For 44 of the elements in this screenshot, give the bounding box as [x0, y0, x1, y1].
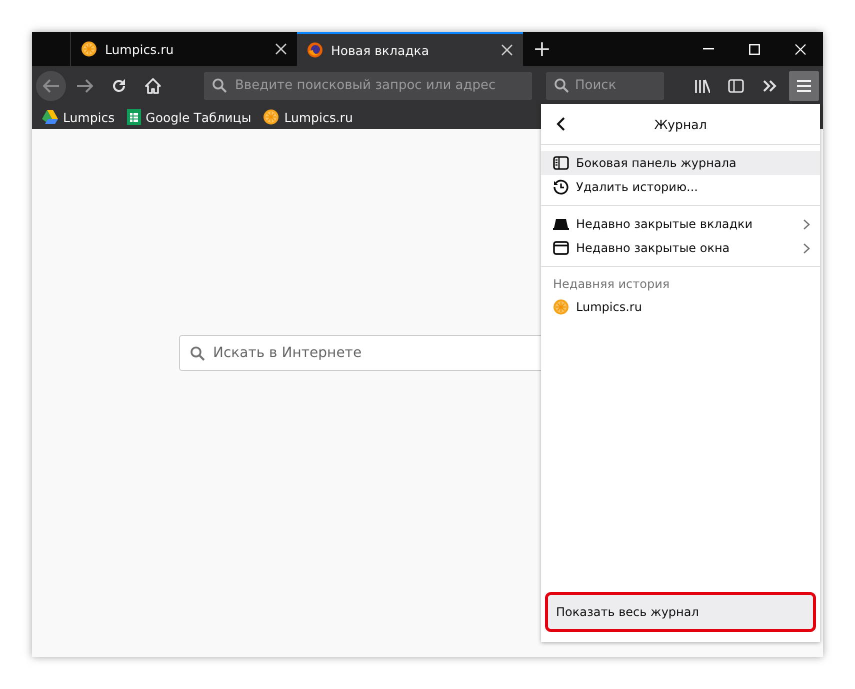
menu-button[interactable]	[789, 70, 819, 100]
search-icon	[212, 78, 227, 93]
new-tab-button[interactable]: +	[523, 32, 561, 66]
clock-icon	[553, 179, 569, 195]
citrus-slice-icon	[81, 41, 97, 57]
maximize-icon[interactable]	[748, 44, 760, 54]
sidebar-icon	[553, 156, 569, 170]
address-placeholder: Введите поисковый запрос или адрес	[235, 78, 496, 93]
close-icon[interactable]	[501, 44, 513, 56]
panel-title: Журнал	[653, 116, 708, 132]
overflow-chevrons-icon[interactable]	[762, 80, 778, 92]
sidebar-icon[interactable]	[728, 78, 744, 92]
library-icon[interactable]	[694, 78, 710, 92]
home-icon[interactable]	[145, 78, 161, 94]
search-icon	[554, 78, 569, 93]
search-icon	[190, 346, 205, 360]
reload-icon[interactable]	[111, 78, 127, 94]
back-arrow-icon[interactable]	[43, 78, 59, 92]
citrus-slice-icon	[553, 299, 569, 315]
window-icon	[553, 241, 569, 255]
browser-logo-icon	[307, 42, 323, 58]
bookmark-link[interactable]: Lumpics	[63, 110, 115, 124]
search-placeholder: Искать в Интернете	[213, 345, 362, 361]
tab-icon	[553, 218, 569, 230]
drive-icon[interactable]	[42, 110, 58, 124]
minimize-icon[interactable]	[702, 48, 714, 50]
section-heading: Недавняя история	[552, 276, 671, 293]
bookmark-link[interactable]: Lumpics.ru	[284, 110, 353, 124]
menu-icon	[796, 78, 812, 92]
forward-arrow-icon[interactable]	[77, 78, 93, 92]
menu-item[interactable]: Боковая панель журнала	[541, 151, 820, 175]
menu-item[interactable]: Удалить историю...	[541, 175, 820, 199]
search-placeholder: Поиск	[575, 78, 616, 93]
citrus-slice-icon[interactable]	[263, 109, 280, 125]
show-all-history-button[interactable]: Показать весь журнал	[548, 595, 813, 629]
close-icon[interactable]	[275, 43, 287, 55]
history-item[interactable]: Lumpics.ru	[541, 295, 820, 319]
browser-tab[interactable]: Lumpics.ru	[71, 32, 297, 66]
menu-item[interactable]: Недавно закрытые вкладки	[541, 212, 820, 236]
browser-tab[interactable]: Новая вкладка	[297, 32, 523, 66]
back-chevron-icon[interactable]	[556, 117, 566, 131]
bookmark-link[interactable]: Google Таблицы	[146, 110, 252, 124]
menu-item[interactable]: Недавно закрытые окна	[541, 236, 820, 260]
spreadsheet-icon[interactable]	[126, 109, 141, 125]
